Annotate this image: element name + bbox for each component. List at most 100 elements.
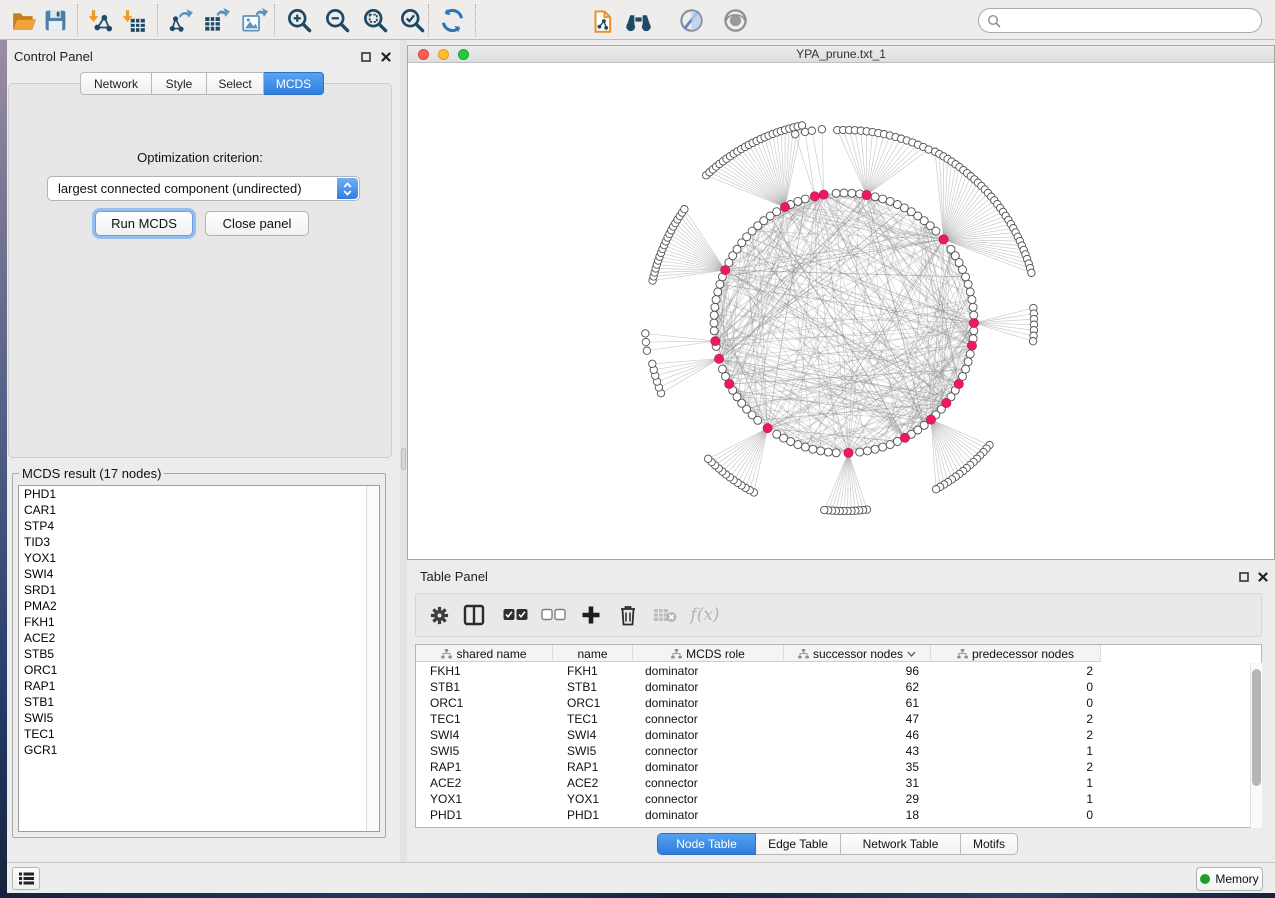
memory-button[interactable]: Memory [1196, 867, 1263, 891]
show-columns-button[interactable] [461, 602, 487, 628]
import-table-button[interactable] [120, 7, 147, 34]
table-row[interactable]: SWI5SWI5connector431 [416, 743, 1248, 759]
show-log-button[interactable] [12, 867, 40, 890]
table-cell: YOX1 [553, 791, 633, 807]
toggle-details-icon [678, 7, 705, 34]
column-header-MCDS-role[interactable]: MCDS role [633, 645, 784, 662]
mcds-list-item[interactable]: ACE2 [19, 630, 379, 646]
table-row[interactable]: SWI4SWI4dominator462 [416, 727, 1248, 743]
table-cell: 1 [931, 775, 1101, 791]
search-network-button[interactable] [625, 7, 652, 34]
table-row[interactable]: ORC1ORC1dominator610 [416, 695, 1248, 711]
table-scrollbar[interactable] [1250, 663, 1262, 828]
delete-column-button[interactable] [615, 602, 641, 628]
tab-network-table[interactable]: Network Table [841, 833, 961, 855]
network-canvas[interactable] [408, 63, 1274, 559]
tab-motifs[interactable]: Motifs [961, 833, 1018, 855]
column-header-predecessor-nodes[interactable]: predecessor nodes [931, 645, 1101, 662]
mcds-list-scrollbar[interactable] [366, 486, 379, 831]
close-table-panel-button[interactable] [1256, 570, 1269, 583]
table-row[interactable]: RAP1RAP1dominator352 [416, 759, 1248, 775]
chevron-up-down-icon [343, 182, 352, 196]
network-canvas-svg [408, 63, 1274, 559]
toggle-graphics-details-button[interactable] [678, 7, 705, 34]
mcds-list-item[interactable]: FKH1 [19, 614, 379, 630]
tab-network[interactable]: Network [80, 72, 152, 95]
table-row[interactable]: TEC1TEC1connector472 [416, 711, 1248, 727]
zoom-out-button[interactable] [324, 7, 351, 34]
table-row[interactable]: PHD1PHD1dominator180 [416, 807, 1248, 823]
mcds-result-list[interactable]: PHD1CAR1STP4TID3YOX1SWI4SRD1PMA2FKH1ACE2… [18, 485, 380, 832]
float-icon [1239, 572, 1249, 582]
tab-mcds[interactable]: MCDS [264, 72, 324, 95]
table-row[interactable]: YOX1YOX1connector291 [416, 791, 1248, 807]
show-hide-button[interactable] [722, 7, 749, 34]
mcds-list-item[interactable]: GCR1 [19, 742, 379, 758]
table-options-button[interactable] [426, 602, 452, 628]
float-table-panel-button[interactable] [1237, 570, 1250, 583]
export-image-button[interactable] [241, 7, 268, 34]
table-cell: ACE2 [553, 775, 633, 791]
table-cell: 0 [931, 807, 1101, 823]
splitter-grip[interactable] [401, 448, 406, 470]
deselect-all-button[interactable] [540, 602, 566, 628]
open-file-button[interactable] [10, 7, 37, 34]
sort-desc-icon [907, 651, 916, 657]
zoom-selected-button[interactable] [399, 7, 426, 34]
network-window-titlebar[interactable]: YPA_prune.txt_1 [408, 46, 1274, 63]
mcds-list-item[interactable]: ORC1 [19, 662, 379, 678]
export-network-button[interactable] [167, 7, 194, 34]
table-row[interactable]: ACE2ACE2connector311 [416, 775, 1248, 791]
mcds-list-item[interactable]: PHD1 [19, 486, 379, 502]
refresh-layout-button[interactable] [439, 7, 466, 34]
close-icon [381, 52, 391, 62]
mcds-list-item[interactable]: YOX1 [19, 550, 379, 566]
mcds-list-item[interactable]: STB5 [19, 646, 379, 662]
export-table-button[interactable] [203, 7, 230, 34]
close-icon [1258, 572, 1268, 582]
tab-node-table[interactable]: Node Table [657, 833, 756, 855]
table-cell: 61 [784, 695, 931, 711]
mcds-list-item[interactable]: SRD1 [19, 582, 379, 598]
table-cell: 2 [931, 663, 1101, 679]
tab-select[interactable]: Select [207, 72, 264, 95]
column-header-name[interactable]: name [553, 645, 633, 662]
add-column-button[interactable] [578, 602, 604, 628]
mcds-list-item[interactable]: PMA2 [19, 598, 379, 614]
table-scrollbar-thumb[interactable] [1252, 669, 1261, 786]
function-builder-button: f(x) [688, 602, 722, 628]
search-input[interactable] [1007, 10, 1255, 31]
table-row[interactable]: STB1STB1dominator620 [416, 679, 1248, 695]
trash-icon [618, 604, 638, 626]
optimization-criterion-dropdown[interactable]: largest connected component (undirected) [47, 176, 360, 201]
table-cell: 0 [931, 679, 1101, 695]
select-all-button[interactable] [502, 602, 528, 628]
mcds-list-item[interactable]: CAR1 [19, 502, 379, 518]
tab-edge-table[interactable]: Edge Table [756, 833, 841, 855]
table-cell: 18 [784, 807, 931, 823]
mcds-list-item[interactable]: SWI4 [19, 566, 379, 582]
zoom-fit-button[interactable] [362, 7, 389, 34]
run-mcds-button[interactable]: Run MCDS [95, 211, 193, 236]
column-header-shared-name[interactable]: shared name [416, 645, 553, 662]
close-panel-action-button[interactable]: Close panel [205, 211, 309, 236]
table-row[interactable]: FKH1FKH1dominator962 [416, 663, 1248, 679]
mcds-list-item[interactable]: STP4 [19, 518, 379, 534]
mcds-list-item[interactable]: TEC1 [19, 726, 379, 742]
mcds-list-item[interactable]: RAP1 [19, 678, 379, 694]
float-panel-button[interactable] [359, 50, 372, 63]
network-document-button[interactable] [591, 7, 618, 34]
network-window-title: YPA_prune.txt_1 [408, 47, 1274, 61]
mcds-list-item[interactable]: TID3 [19, 534, 379, 550]
mcds-list-item[interactable]: STB1 [19, 694, 379, 710]
zoom-in-button[interactable] [286, 7, 313, 34]
column-header-successor-nodes[interactable]: successor nodes [784, 645, 931, 662]
export-table-icon [203, 7, 230, 34]
org-chart-icon [957, 649, 968, 659]
import-network-button[interactable] [86, 7, 113, 34]
vertical-splitter[interactable] [400, 40, 407, 862]
tab-style[interactable]: Style [152, 72, 207, 95]
mcds-list-item[interactable]: SWI5 [19, 710, 379, 726]
save-session-button[interactable] [42, 7, 69, 34]
close-panel-button[interactable] [379, 50, 392, 63]
